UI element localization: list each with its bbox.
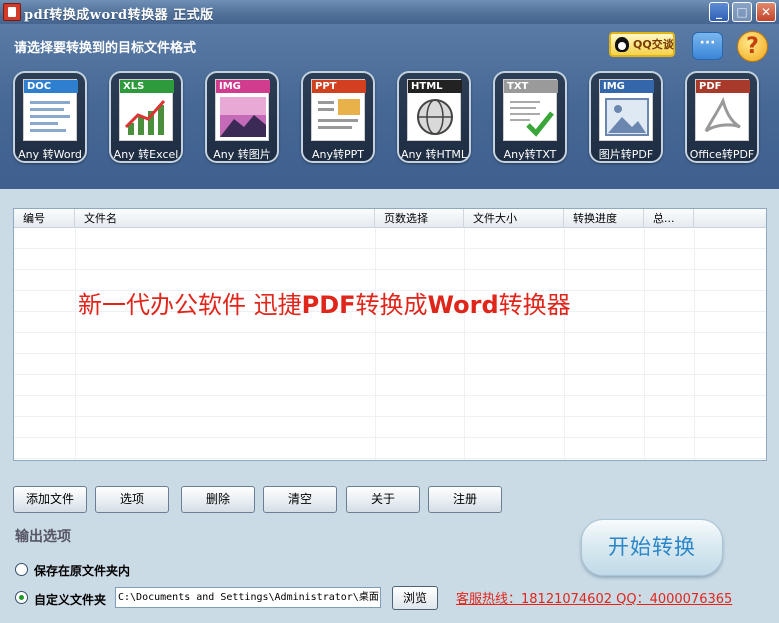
empty-row <box>14 396 766 417</box>
slide-icon <box>318 99 360 129</box>
format-label: Any 转HTML <box>400 148 468 161</box>
column-header-number[interactable]: 编号 <box>14 209 75 228</box>
watermark-text: 新一代办公软件 迅捷 <box>78 291 302 319</box>
doc-file-icon: DOC <box>23 79 78 141</box>
empty-row <box>14 333 766 354</box>
save-original-folder-label[interactable]: 保存在原文件夹内 <box>34 562 130 579</box>
picture-icon <box>220 97 266 137</box>
register-button[interactable]: 注册 <box>428 486 502 513</box>
about-button[interactable]: 关于 <box>346 486 420 513</box>
close-button[interactable]: ✕ <box>756 2 776 22</box>
format-badge: IMG <box>216 80 270 93</box>
window-title: pdf转换成word转换器 正式版 <box>24 8 214 23</box>
help-icon[interactable]: ? <box>737 31 768 62</box>
empty-row <box>14 249 766 270</box>
format-badge: HTML <box>408 80 462 93</box>
minimize-button[interactable]: _ <box>709 2 729 22</box>
format-label: 图片转PDF <box>598 148 654 161</box>
format-badge: DOC <box>24 80 78 93</box>
format-tile-any-to-html[interactable]: HTML Any 转HTML <box>397 71 471 163</box>
browse-button[interactable]: 浏览 <box>392 586 438 610</box>
custom-folder-radio[interactable] <box>15 591 28 604</box>
format-badge: XLS <box>120 80 174 93</box>
excel-chart-icon <box>124 100 166 135</box>
maximize-button[interactable]: □ <box>732 2 752 22</box>
format-badge: PPT <box>312 80 366 93</box>
column-header-filename[interactable]: 文件名 <box>75 209 375 228</box>
format-label: Any 转Excel <box>113 148 179 161</box>
empty-row <box>14 375 766 396</box>
empty-row <box>14 438 766 459</box>
ppt-file-icon: PPT <box>311 79 366 141</box>
format-label: Any 转图片 <box>213 148 271 161</box>
promo-watermark: 新一代办公软件 迅捷PDF转换成Word转换器 <box>78 285 571 320</box>
word-document-icon <box>30 101 70 132</box>
img-file-icon: IMG <box>215 79 270 141</box>
delete-button[interactable]: 删除 <box>181 486 255 513</box>
column-header-file-size[interactable]: 文件大小 <box>464 209 564 228</box>
format-tile-image-to-pdf[interactable]: IMG 图片转PDF <box>589 71 663 163</box>
save-original-folder-radio[interactable] <box>15 563 28 576</box>
output-options-heading: 输出选项 <box>15 529 71 545</box>
format-badge: IMG <box>600 80 654 93</box>
format-tile-any-to-image[interactable]: IMG Any 转图片 <box>205 71 279 163</box>
start-conversion-button[interactable]: 开始转换 <box>581 519 723 576</box>
support-hotline-link[interactable]: 客服热线：18121074602 QQ：4000076365 <box>456 588 732 607</box>
empty-row <box>14 417 766 438</box>
format-prompt: 请选择要转换到的目标文件格式 <box>14 41 197 56</box>
column-header-progress[interactable]: 转换进度 <box>564 209 644 228</box>
text-checkmark-icon <box>510 101 554 137</box>
qq-chat-label: QQ交谈 <box>633 38 674 51</box>
file-list-header: 编号 文件名 页数选择 文件大小 转换进度 总... <box>14 209 766 228</box>
options-button[interactable]: 选项 <box>95 486 169 513</box>
watermark-text: 转换器 <box>498 291 571 319</box>
output-path-field[interactable]: C:\Documents and Settings\Administrator\… <box>115 587 381 608</box>
format-label: Any 转Word <box>18 148 82 161</box>
format-label: Office转PDF <box>689 148 755 161</box>
html-file-icon: HTML <box>407 79 462 141</box>
empty-row <box>14 354 766 375</box>
file-list[interactable]: 编号 文件名 页数选择 文件大小 转换进度 总... 新一代办公软件 迅捷PDF… <box>13 208 767 461</box>
empty-row <box>14 228 766 249</box>
globe-icon <box>417 99 453 135</box>
format-badge: PDF <box>696 80 750 93</box>
qq-chat-button[interactable]: QQ交谈 <box>609 32 675 57</box>
format-tile-office-to-pdf[interactable]: PDF Office转PDF <box>685 71 759 163</box>
qq-penguin-icon <box>615 37 629 52</box>
xls-file-icon: XLS <box>119 79 174 141</box>
format-tile-any-to-excel[interactable]: XLS Any 转Excel <box>109 71 183 163</box>
column-header-total[interactable]: 总... <box>644 209 694 228</box>
txt-file-icon: TXT <box>503 79 558 141</box>
add-file-button[interactable]: 添加文件 <box>13 486 87 513</box>
format-label: Any转TXT <box>503 148 557 161</box>
acrobat-icon <box>704 97 741 133</box>
landscape-image-icon <box>605 98 649 136</box>
watermark-text: 转换成 <box>355 291 428 319</box>
img-to-pdf-file-icon: IMG <box>599 79 654 141</box>
title-bar: pdf转换成word转换器 正式版 _ □ ✕ <box>0 0 779 24</box>
format-tile-any-to-word[interactable]: DOC Any 转Word <box>13 71 87 163</box>
app-icon <box>3 3 21 21</box>
pdf-file-icon: PDF <box>695 79 750 141</box>
format-label: Any转PPT <box>312 148 364 161</box>
watermark-pdf: PDF <box>301 291 356 319</box>
column-header-page-select[interactable]: 页数选择 <box>375 209 464 228</box>
format-tile-any-to-txt[interactable]: TXT Any转TXT <box>493 71 567 163</box>
watermark-word: Word <box>427 291 499 319</box>
clear-button[interactable]: 清空 <box>263 486 337 513</box>
format-header: 请选择要转换到的目标文件格式 QQ交谈 ··· ? DOC Any 转Word … <box>0 24 779 189</box>
format-badge: TXT <box>504 80 558 93</box>
custom-folder-label[interactable]: 自定义文件夹 <box>34 591 106 608</box>
format-tile-any-to-ppt[interactable]: PPT Any转PPT <box>301 71 375 163</box>
chat-bubble-icon[interactable]: ··· <box>692 32 723 60</box>
